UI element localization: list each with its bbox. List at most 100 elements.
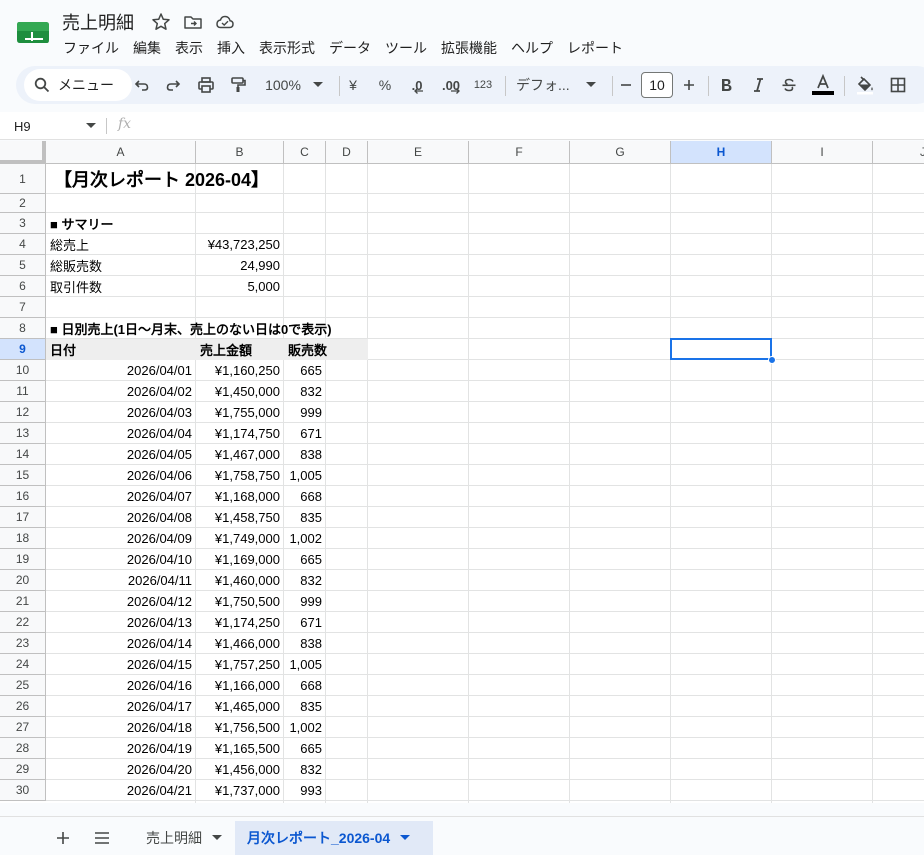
row-header-2[interactable]: 2 [0,194,46,213]
summary-label[interactable]: 総売上 [46,234,93,255]
menu-tools[interactable]: ツール [378,36,434,60]
amount-cell[interactable]: ¥1,750,500 [196,591,284,612]
amount-cell[interactable]: ¥1,458,750 [196,507,284,528]
chevron-down-icon[interactable] [212,835,222,841]
row-header-7[interactable]: 7 [0,297,46,318]
amount-cell[interactable]: ¥1,755,000 [196,402,284,423]
row-header-30[interactable]: 30 [0,780,46,801]
summary-label[interactable]: 取引件数 [46,276,106,297]
column-header-i[interactable]: I [772,141,873,164]
quantity-cell[interactable]: 671 [284,612,326,633]
summary-label[interactable]: 総販売数 [46,255,106,276]
quantity-cell[interactable]: 1,002 [284,717,326,738]
percent-format-button[interactable]: % [376,73,394,97]
amount-cell[interactable]: ¥1,756,500 [196,717,284,738]
quantity-cell[interactable]: 1,005 [284,465,326,486]
row-header-10[interactable]: 10 [0,360,46,381]
quantity-cell[interactable]: 671 [284,423,326,444]
quantity-cell[interactable]: 832 [284,381,326,402]
column-header-b[interactable]: B [196,141,284,164]
date-cell[interactable]: 2026/04/18 [46,717,196,738]
row-header-27[interactable]: 27 [0,717,46,738]
date-cell[interactable]: 2026/04/07 [46,486,196,507]
currency-format-button[interactable]: ¥ [345,73,361,97]
row-header-16[interactable]: 16 [0,486,46,507]
date-cell[interactable]: 2026/04/01 [46,360,196,381]
chevron-down-icon[interactable] [400,835,411,841]
document-title[interactable]: 売上明細 [62,9,134,35]
report-title[interactable]: 【月次レポート 2026-04】 [50,164,273,194]
column-header-d[interactable]: D [326,141,368,164]
table-header-date[interactable]: 日付 [46,339,80,360]
table-header-amount[interactable]: 売上金額 [196,339,256,360]
undo-icon[interactable] [132,73,152,97]
date-cell[interactable]: 2026/04/19 [46,738,196,759]
amount-cell[interactable]: ¥1,166,000 [196,675,284,696]
select-all-corner[interactable] [0,141,46,164]
quantity-cell[interactable]: 665 [284,360,326,381]
row-header-14[interactable]: 14 [0,444,46,465]
quantity-cell[interactable]: 668 [284,675,326,696]
date-cell[interactable]: 2026/04/21 [46,780,196,801]
summary-heading[interactable]: ■ サマリー [46,213,117,234]
increase-decimal-button[interactable]: .00 [438,73,464,97]
date-cell[interactable]: 2026/04/20 [46,759,196,780]
row-header-21[interactable]: 21 [0,591,46,612]
active-cell-outline[interactable] [670,338,772,360]
menu-edit[interactable]: 編集 [126,36,168,60]
cloud-saved-icon[interactable] [215,12,235,32]
amount-cell[interactable]: ¥1,165,500 [196,738,284,759]
row-header-12[interactable]: 12 [0,402,46,423]
quantity-cell[interactable]: 668 [284,486,326,507]
menu-extensions[interactable]: 拡張機能 [434,36,504,60]
date-cell[interactable]: 2026/04/09 [46,528,196,549]
row-header-4[interactable]: 4 [0,234,46,255]
amount-cell[interactable]: ¥1,460,000 [196,570,284,591]
amount-cell[interactable]: ¥1,174,750 [196,423,284,444]
font-size-input[interactable]: 10 [641,72,673,98]
fill-handle[interactable] [768,356,776,364]
quantity-cell[interactable]: 993 [284,780,326,801]
row-header-22[interactable]: 22 [0,612,46,633]
table-header-quantity[interactable]: 販売数 [284,339,331,360]
quantity-cell[interactable]: 999 [284,591,326,612]
date-cell[interactable]: 2026/04/11 [46,570,196,591]
summary-value[interactable]: 24,990 [196,255,284,276]
borders-icon[interactable] [888,73,908,97]
row-header-29[interactable]: 29 [0,759,46,780]
amount-cell[interactable]: ¥1,467,000 [196,444,284,465]
font-family-select[interactable]: デフォ... [516,73,598,97]
row-header-6[interactable]: 6 [0,276,46,297]
row-header-13[interactable]: 13 [0,423,46,444]
column-header-e[interactable]: E [368,141,469,164]
quantity-cell[interactable]: 665 [284,549,326,570]
date-cell[interactable]: 2026/04/10 [46,549,196,570]
chevron-down-icon[interactable] [86,123,96,129]
increase-font-size-icon[interactable] [680,73,698,97]
fill-color-icon[interactable] [854,73,876,97]
decrease-font-size-icon[interactable] [617,73,635,97]
spreadsheet-grid[interactable]: ABCDEFGHIJ 1 2 3 4 5 6 7 8 9 10 11 12 13 14 15 16 17 18 19… [0,141,924,803]
amount-cell[interactable]: ¥1,456,000 [196,759,284,780]
all-sheets-icon[interactable] [88,821,116,855]
row-header-28[interactable]: 28 [0,738,46,759]
quantity-cell[interactable]: 1,005 [284,654,326,675]
column-header-a[interactable]: A [46,141,196,164]
menu-file[interactable]: ファイル [56,36,126,60]
amount-cell[interactable]: ¥1,749,000 [196,528,284,549]
row-header-3[interactable]: 3 [0,213,46,234]
decrease-decimal-button[interactable]: .0 [406,73,428,97]
amount-cell[interactable]: ¥1,757,250 [196,654,284,675]
bold-icon[interactable] [717,73,735,97]
date-cell[interactable]: 2026/04/12 [46,591,196,612]
row-header-23[interactable]: 23 [0,633,46,654]
move-to-folder-icon[interactable] [183,12,203,32]
row-header-18[interactable]: 18 [0,528,46,549]
quantity-cell[interactable]: 838 [284,633,326,654]
column-header-c[interactable]: C [284,141,326,164]
amount-cell[interactable]: ¥1,737,000 [196,780,284,801]
row-header-1[interactable]: 1 [0,164,46,194]
amount-cell[interactable]: ¥1,758,750 [196,465,284,486]
amount-cell[interactable]: ¥1,450,000 [196,381,284,402]
star-icon[interactable] [151,12,171,32]
